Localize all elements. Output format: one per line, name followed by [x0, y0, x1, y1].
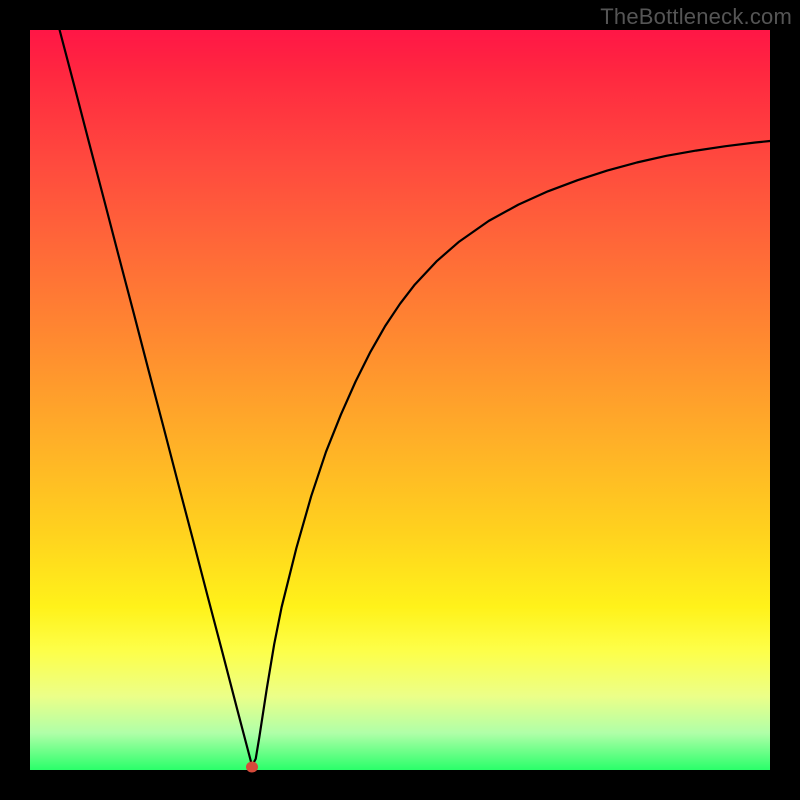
- watermark-text: TheBottleneck.com: [600, 4, 792, 30]
- bottleneck-curve: [60, 30, 770, 766]
- optimal-point-marker: [246, 762, 258, 773]
- chart-container: TheBottleneck.com: [0, 0, 800, 800]
- curve-layer: [30, 30, 770, 770]
